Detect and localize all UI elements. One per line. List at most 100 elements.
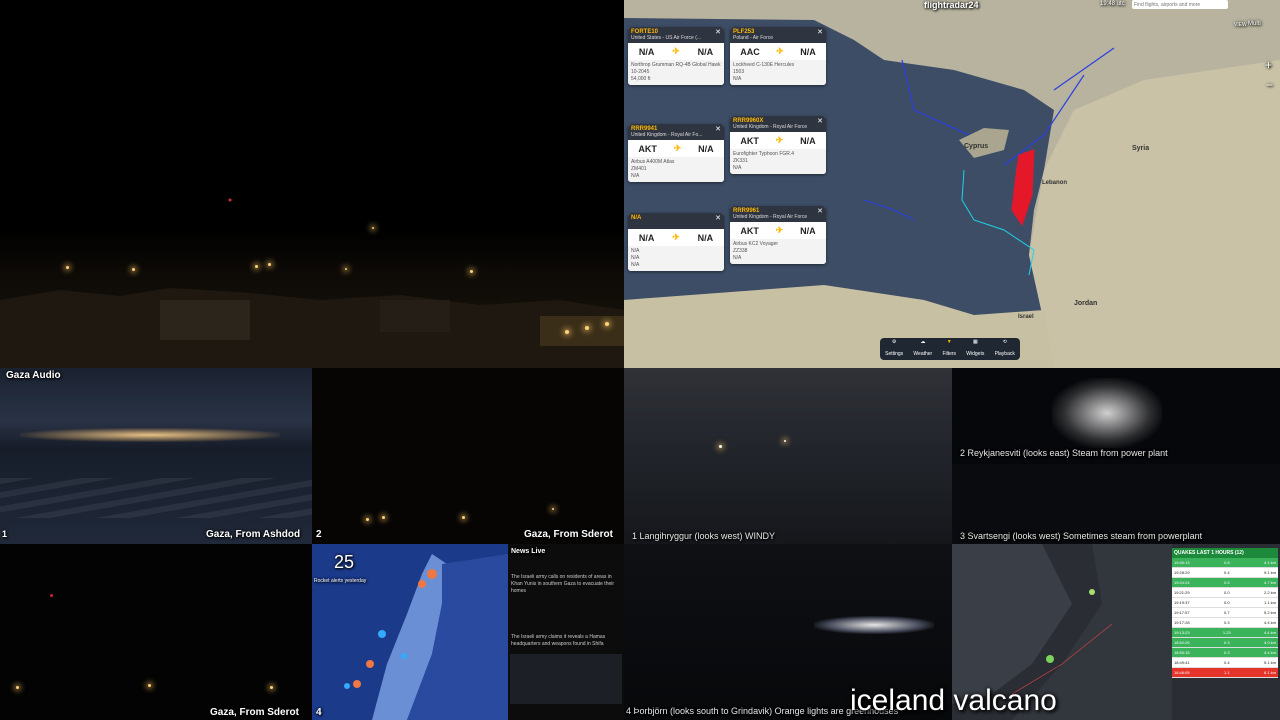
close-icon[interactable]: ✕	[715, 28, 721, 36]
flight-operator: Poland - Air Force	[733, 35, 774, 41]
map-label-israel: Israel	[1018, 314, 1034, 320]
flight-card-6[interactable]: RRR9961 United Kingdom - Royal Air Force …	[730, 206, 826, 264]
quake-row: 19:17:28 0.3 4.4 km	[1172, 618, 1278, 628]
flight-aircraft: Airbus A400M Atlas	[631, 159, 675, 165]
quake-row: 18:50:15 0.3 4.4 km	[1172, 648, 1278, 658]
quake-mag: 0.3	[1224, 640, 1230, 645]
quake-depth: 4.7 km	[1263, 580, 1276, 585]
flight-to: N/A	[800, 46, 816, 57]
quake-depth: 5.2 km	[1263, 610, 1276, 615]
plane-icon: ✈	[775, 225, 784, 235]
quake-depth: 8.1 km	[1263, 670, 1276, 675]
quake-depth: 5.1 km	[1263, 660, 1276, 665]
iceland-cam-1: 1 Langihryggur (looks west) WINDY	[624, 368, 952, 544]
flight-card-4[interactable]: RRR9960X United Kingdom - Royal Air Force…	[730, 116, 826, 174]
flight-card-1[interactable]: FORTE10 United States - US Air Force (...…	[628, 27, 724, 85]
news-item[interactable]: The Israeli army claims it reveals a Ham…	[511, 634, 621, 648]
quake-time: 19:13:23	[1174, 630, 1190, 635]
filter-icon: ▼	[946, 339, 952, 345]
flight-aircraft: Eurofighter Typhoon FGR.4	[733, 151, 795, 157]
sderot-label-bottom: Gaza, From Sderot	[210, 707, 299, 718]
close-icon[interactable]: ✕	[817, 207, 823, 215]
map-label-cyprus: Cyprus	[964, 143, 989, 150]
quake-time: 18:50:15	[1174, 650, 1190, 655]
ashdod-label: Gaza, From Ashdod	[206, 529, 301, 540]
playback-button[interactable]: ⟲ Playback	[995, 339, 1015, 357]
steam-plume	[1052, 378, 1162, 448]
fr24-logo[interactable]: flightradar24	[924, 0, 979, 10]
cam3-label: 3 Svartsengi (looks west) Sometimes stea…	[960, 531, 1203, 541]
quake-row: 19:13:23 1.23 4.4 km	[1172, 628, 1278, 638]
gaza-sderot-camera-bottom: Gaza, From Sderot	[0, 544, 312, 720]
quake-time: 18:52:26	[1174, 640, 1190, 645]
flight-to: N/A	[800, 225, 816, 236]
quake-depth: 4.1 km	[1263, 560, 1276, 565]
quake-row: 19:24:24 0.5 4.7 km	[1172, 578, 1278, 588]
quake-time: 19:17:57	[1174, 610, 1190, 615]
quake-depth: 1.1 km	[1263, 600, 1276, 605]
fr24-search-input[interactable]	[1132, 0, 1228, 9]
cloud-icon: ☁	[920, 339, 926, 345]
filters-button[interactable]: ▼ Filters	[942, 339, 956, 357]
flight-aircraft: Lockheed C-130E Hercules	[733, 62, 795, 68]
flight-card-5[interactable]: N/A ✕ N/A ✈ N/A N/A N/A N/A	[628, 213, 724, 271]
quake-time: 19:28:29	[1174, 570, 1190, 575]
zoom-out-button[interactable]: −	[1266, 78, 1273, 92]
flight-aircraft: Northrop Grumman RQ-4B Global Hawk	[631, 62, 721, 68]
video-thumbnail[interactable]	[510, 654, 622, 704]
quake-time: 18:49:41	[1174, 660, 1190, 665]
sderot-label-top: Gaza, From Sderot	[524, 529, 613, 540]
gaza-night-camera	[0, 0, 624, 368]
plane-icon: ✈	[672, 232, 680, 242]
flight-from: N/A	[638, 46, 655, 57]
flight-card-2[interactable]: PLF253 Poland - Air Force ✕ AAC ✈ N/A Lockh…	[730, 27, 826, 85]
quake-depth: 9.1 km	[1263, 570, 1276, 575]
quake-time: 19:21:29	[1174, 590, 1190, 595]
sea-waves	[0, 478, 312, 518]
zoom-in-button[interactable]: +	[1265, 58, 1272, 72]
quake-time: 19:19:37	[1174, 600, 1190, 605]
settings-button[interactable]: ⚙ Settings	[885, 339, 903, 357]
rocket-count: 25	[334, 552, 355, 572]
filters-label: Filters	[942, 351, 957, 357]
weather-label: Weather	[913, 351, 933, 357]
close-icon[interactable]: ✕	[715, 214, 721, 222]
quake-mag: 0.3	[1224, 620, 1230, 625]
quake-row: 18:52:26 0.3 4.0 km	[1172, 638, 1278, 648]
close-icon[interactable]: ✕	[715, 125, 721, 133]
quake-mag: 0.3	[1224, 650, 1230, 655]
close-icon[interactable]: ✕	[817, 28, 823, 36]
flight-registration: N/A	[631, 255, 640, 261]
red-light	[50, 594, 53, 597]
iceland-cam-2: 2 Reykjanesviti (looks east) Steam from …	[952, 368, 1280, 464]
plane-icon: ✈	[776, 46, 784, 56]
flight-to: N/A	[697, 46, 714, 57]
grindavik-lights	[814, 616, 934, 634]
quake-row: 19:40:13 0.8 4.1 km	[1172, 558, 1278, 568]
quakes-table: QUAKES LAST 1 HOURS (12) 19:40:13 0.8 4.1 …	[1172, 548, 1278, 678]
playback-label: Playback	[994, 351, 1015, 357]
rocket-caption: Rocket alerts yesterday	[314, 578, 367, 584]
close-icon[interactable]: ✕	[817, 117, 823, 125]
flight-card-3[interactable]: RRR9941 United Kingdom - Royal Air Fo... …	[628, 124, 724, 182]
flight-to: N/A	[697, 232, 714, 243]
quake-mag: 0.0	[1224, 590, 1230, 595]
map-tile-number: 4	[316, 707, 322, 718]
flight-registration: 1503	[733, 69, 745, 75]
quake-mag: 0.5	[1224, 580, 1230, 585]
fr24-clock: 19:48 utc	[1100, 1, 1125, 7]
fr24-view-value[interactable]: Multi	[1248, 21, 1261, 27]
flight-aircraft: Airbus KC2 Voyager	[733, 241, 779, 247]
rocket-alert-map[interactable]: 25 Rocket alerts yesterday 4	[312, 544, 508, 720]
quake-row: 18:46:05 1.1 8.1 km	[1172, 668, 1278, 678]
news-live-panel: News Live The Israeli army calls on resi…	[508, 544, 624, 720]
quake-row: 19:21:29 0.0 2.2 km	[1172, 588, 1278, 598]
flight-altitude: N/A	[631, 173, 640, 179]
gaza-audio-label: Gaza Audio	[6, 370, 61, 381]
gear-icon: ⚙	[891, 339, 897, 345]
widgets-button[interactable]: ▦ Widgets	[966, 339, 984, 357]
weather-button[interactable]: ☁ Weather	[913, 339, 932, 357]
flightradar-map[interactable]: flightradar24 19:48 utc VIEW Multi + − C…	[624, 0, 1280, 368]
quake-depth: 4.4 km	[1263, 630, 1276, 635]
news-item[interactable]: The Israeli army calls on residents of a…	[511, 574, 621, 595]
